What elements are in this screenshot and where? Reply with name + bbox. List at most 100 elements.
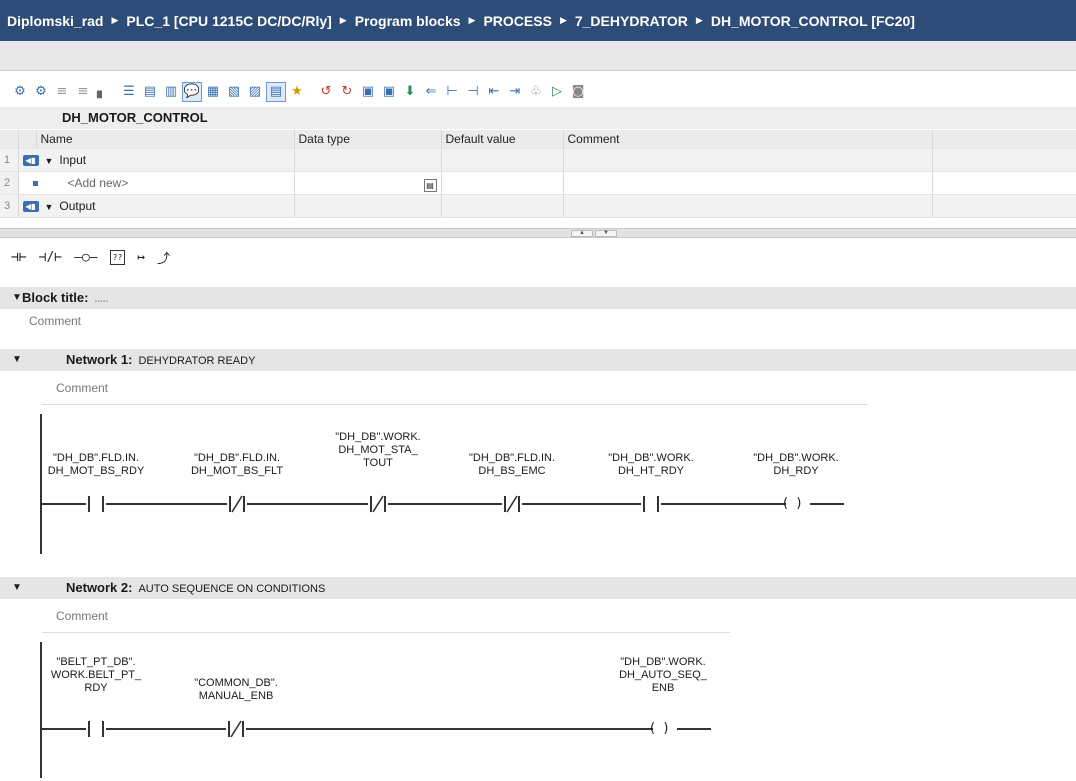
operand-label[interactable]: "DH_DB".FLD.IN. DH_MOT_BS_RDY bbox=[36, 452, 156, 478]
output-coil[interactable]: ( ) bbox=[783, 496, 809, 512]
rung-wire bbox=[106, 728, 226, 730]
col-default-value[interactable]: Default value bbox=[441, 130, 564, 149]
breadcrumb-plc[interactable]: PLC_1 [CPU 1215C DC/DC/Rly] bbox=[126, 13, 331, 29]
db-icon[interactable]: ◙ bbox=[569, 83, 587, 101]
table-row[interactable]: 2 <Add new> ▤ bbox=[0, 171, 1076, 195]
list2-icon[interactable]: ▤ bbox=[141, 83, 159, 101]
goto2-icon[interactable]: ↻ bbox=[338, 83, 356, 101]
list3-icon[interactable]: ▥ bbox=[162, 83, 180, 101]
no-contact[interactable] bbox=[86, 496, 106, 512]
box2-icon[interactable]: ⊢ bbox=[443, 83, 461, 101]
network-1-header[interactable]: ▼ Network 1: DEHYDRATOR READY bbox=[0, 349, 1076, 371]
collapse-up-icon[interactable]: ▲ bbox=[571, 230, 593, 237]
operand-label[interactable]: "DH_DB".WORK. DH_HT_RDY bbox=[591, 452, 711, 478]
block-comment[interactable]: Comment bbox=[29, 314, 81, 328]
table-row[interactable]: 3 ◀▮ ▼ Output bbox=[0, 194, 1076, 218]
view-icon[interactable]: ▨ bbox=[246, 83, 264, 101]
operand-label[interactable]: "DH_DB".WORK. DH_MOT_STA_ TOUT bbox=[318, 431, 438, 470]
goto3-icon[interactable]: ▣ bbox=[359, 83, 377, 101]
no-contact[interactable] bbox=[86, 721, 106, 737]
sym-icon[interactable]: ▧ bbox=[225, 83, 243, 101]
list-icon[interactable]: ☰ bbox=[120, 83, 138, 101]
expand-down-icon[interactable]: ▼ bbox=[595, 230, 617, 237]
col-data-type[interactable]: Data type bbox=[294, 130, 442, 149]
col-name[interactable]: Name bbox=[36, 130, 295, 149]
absolute-icon[interactable]: ▦ bbox=[204, 83, 222, 101]
operand-label[interactable]: "DH_DB".WORK. DH_AUTO_SEQ_ ENB bbox=[603, 656, 723, 695]
no-contact-icon[interactable]: ⊣⊢ bbox=[11, 250, 27, 265]
breadcrumb-block[interactable]: DH_MOTOR_CONTROL [FC20] bbox=[711, 13, 915, 29]
block-title-label: Block title: bbox=[22, 290, 89, 305]
operand-label[interactable]: "BELT_PT_DB". WORK.BELT_PT_ RDY bbox=[36, 656, 156, 695]
collapse-icon[interactable]: ▼ bbox=[12, 349, 22, 371]
rung-wire bbox=[677, 728, 711, 730]
network-2-header[interactable]: ▼ Network 2: AUTO SEQUENCE ON CONDITIONS bbox=[0, 577, 1076, 599]
open-branch-icon[interactable]: ↦ bbox=[137, 250, 145, 265]
nc-contact-icon[interactable]: ⊣/⊢ bbox=[39, 250, 62, 265]
input-section-icon: ◀▮ bbox=[22, 155, 39, 167]
output-coil[interactable]: ( ) bbox=[650, 721, 676, 737]
nc-contact[interactable] bbox=[502, 495, 522, 513]
operand-label[interactable]: "DH_DB".WORK. DH_RDY bbox=[736, 452, 856, 478]
rung-wire bbox=[246, 728, 653, 730]
col-comment[interactable]: Comment bbox=[563, 130, 933, 149]
network-1-title[interactable]: DEHYDRATOR READY bbox=[138, 355, 255, 367]
compare-icon[interactable]: ♧ bbox=[527, 83, 545, 101]
box-icon[interactable]: ⇐ bbox=[422, 83, 440, 101]
network-1-comment[interactable]: Comment bbox=[56, 381, 108, 395]
table-row[interactable]: 1 ◀▮ ▼ Input bbox=[0, 148, 1076, 172]
breadcrumb-program-blocks[interactable]: Program blocks bbox=[355, 13, 461, 29]
network-2-comment[interactable]: Comment bbox=[56, 609, 108, 623]
expand-icon[interactable]: ▼ bbox=[45, 202, 54, 212]
nc-contact[interactable] bbox=[226, 720, 246, 738]
editor-header-strip bbox=[0, 41, 1076, 71]
table-icon[interactable]: ▤ bbox=[266, 82, 286, 102]
breadcrumb-dehydrator[interactable]: 7_DEHYDRATOR bbox=[575, 13, 688, 29]
comment-icon[interactable]: 💬 bbox=[182, 82, 202, 102]
operand-label[interactable]: "DH_DB".FLD.IN. DH_MOT_BS_FLT bbox=[177, 452, 297, 478]
no-contact[interactable] bbox=[641, 496, 661, 512]
breadcrumb-separator-icon: ▶ bbox=[695, 15, 703, 25]
network-2-title[interactable]: AUTO SEQUENCE ON CONDITIONS bbox=[138, 583, 325, 595]
favorites-icon[interactable]: ★ bbox=[288, 83, 306, 101]
goto-icon[interactable]: ↺ bbox=[317, 83, 335, 101]
enable-icon[interactable]: ≡ bbox=[53, 83, 71, 101]
disable-icon[interactable]: ≡ bbox=[74, 83, 92, 101]
network-2-label: Network 2: bbox=[66, 580, 133, 595]
splitter[interactable]: ▲ ▼ bbox=[0, 228, 1076, 238]
call-icon[interactable]: ⇤ bbox=[485, 83, 503, 101]
nav2-icon[interactable]: ⬇ bbox=[401, 83, 419, 101]
data-type-dropdown-icon[interactable]: ▤ bbox=[423, 179, 437, 192]
collapse-icon[interactable]: ▼ bbox=[12, 287, 22, 309]
rung-wire bbox=[661, 503, 786, 505]
box3-icon[interactable]: ⊣ bbox=[464, 83, 482, 101]
empty-box-icon[interactable]: ?? bbox=[109, 249, 126, 265]
monitor-all-icon[interactable]: ⚙ bbox=[11, 83, 29, 101]
coil-icon[interactable]: –○– bbox=[74, 250, 97, 265]
operand-label[interactable]: "DH_DB".FLD.IN. DH_BS_EMC bbox=[452, 452, 572, 478]
insert-row-icon[interactable]: ▖ bbox=[95, 83, 109, 101]
nav-icon[interactable]: ▣ bbox=[380, 83, 398, 101]
breadcrumb-project[interactable]: Diplomski_rad bbox=[7, 13, 103, 29]
section-output-label: Output bbox=[59, 199, 96, 213]
nc-contact[interactable] bbox=[368, 495, 388, 513]
breadcrumb-separator-icon: ▶ bbox=[559, 15, 567, 25]
block-title-header[interactable]: ▼ Block title:..... bbox=[0, 287, 1076, 309]
rung-wire bbox=[810, 503, 844, 505]
breadcrumb: Diplomski_rad ▶ PLC_1 [CPU 1215C DC/DC/R… bbox=[0, 0, 1076, 41]
section-input-label: Input bbox=[59, 153, 87, 167]
editor-toolbar: ⚙ ⚙ ≡ ≡ ▖ ☰ ▤ ▥ 💬 ▦ ▧ ▨ ▤ ★ ↺ ↻ ▣ ▣ ⬇ ⇐ … bbox=[0, 79, 590, 105]
expand-icon[interactable]: ▼ bbox=[45, 156, 54, 166]
monitor-off-icon[interactable]: ⚙ bbox=[32, 83, 50, 101]
monitor-icon[interactable]: ▷ bbox=[548, 83, 566, 101]
rung-wire bbox=[247, 503, 368, 505]
rung-wire bbox=[522, 503, 641, 505]
collapse-icon[interactable]: ▼ bbox=[12, 577, 22, 599]
operand-label[interactable]: "COMMON_DB". MANUAL_ENB bbox=[176, 677, 296, 703]
block-title-placeholder[interactable]: ..... bbox=[94, 294, 108, 305]
add-new-placeholder[interactable]: <Add new> bbox=[68, 176, 129, 190]
nc-contact[interactable] bbox=[227, 495, 247, 513]
close-branch-icon[interactable]: ⤴ bbox=[157, 248, 170, 267]
call2-icon[interactable]: ⇥ bbox=[506, 83, 524, 101]
breadcrumb-process[interactable]: PROCESS bbox=[483, 13, 551, 29]
